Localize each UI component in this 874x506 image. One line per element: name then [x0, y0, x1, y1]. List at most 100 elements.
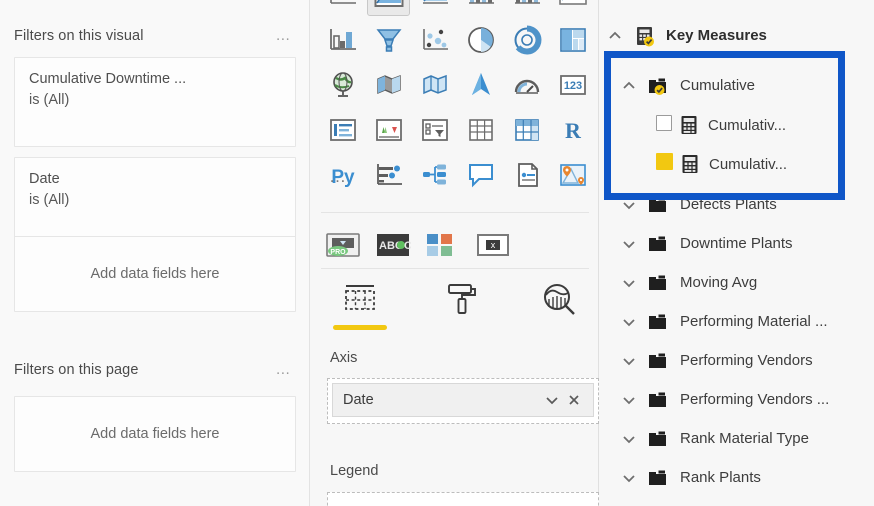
- stacked-area-chart-icon[interactable]: [367, 0, 410, 16]
- shape-map-icon[interactable]: [414, 64, 455, 105]
- field-row-label: Performing Vendors ...: [680, 391, 830, 408]
- color-grid-icon[interactable]: [425, 232, 461, 258]
- close-icon[interactable]: [563, 389, 585, 411]
- filters-page-more-icon[interactable]: …: [271, 362, 296, 377]
- multi-row-card-icon[interactable]: [322, 109, 363, 150]
- field-row-key-measures[interactable]: Key Measures: [600, 16, 874, 55]
- chevron-down-icon[interactable]: [614, 469, 644, 487]
- filled-map-icon[interactable]: [368, 64, 409, 105]
- folder-icon: [644, 428, 674, 450]
- power-bi-panes-screenshot: Filters on this visual … Cumulative Down…: [0, 0, 874, 506]
- chevron-up-icon[interactable]: [614, 77, 644, 95]
- filter-card-date[interactable]: Date is (All): [14, 157, 296, 247]
- chevron-down-icon[interactable]: [614, 313, 644, 331]
- measure-calculator-icon: [673, 154, 699, 174]
- tab-analytics[interactable]: [529, 282, 591, 330]
- waterfall-chart-icon[interactable]: [322, 19, 363, 60]
- key-influencers-icon[interactable]: [368, 154, 409, 195]
- field-row-label: Rank Material Type: [680, 430, 809, 447]
- well-axis[interactable]: Date: [327, 378, 599, 424]
- treemap-icon[interactable]: [552, 19, 593, 60]
- matrix-icon[interactable]: [506, 109, 547, 150]
- waterfall-chart-icon[interactable]: [552, 0, 593, 15]
- well-label-axis: Axis: [330, 350, 358, 366]
- field-row-label: Performing Vendors: [680, 352, 813, 369]
- measure-checkbox-unchecked[interactable]: [656, 114, 672, 136]
- fields-pane: Key Measures Cumulative Cumulativ... Cum…: [600, 0, 874, 506]
- chevron-down-icon[interactable]: [614, 391, 644, 409]
- folder-icon: [644, 350, 674, 372]
- chevron-down-icon[interactable]: [614, 274, 644, 292]
- filters-pane: Filters on this visual … Cumulative Down…: [0, 0, 310, 506]
- page-filters-dropzone[interactable]: Add data fields here: [14, 396, 296, 472]
- folder-icon: [644, 194, 674, 216]
- donut-chart-icon[interactable]: [506, 19, 547, 60]
- kpi-icon[interactable]: [368, 109, 409, 150]
- filter-card-condition: is (All): [29, 92, 70, 108]
- field-row-partial-next[interactable]: [614, 497, 874, 506]
- line-and-stacked-column-icon[interactable]: [414, 0, 455, 15]
- field-row-rank-material-type[interactable]: Rank Material Type: [614, 419, 874, 458]
- arcgis-map-icon[interactable]: [460, 64, 501, 105]
- field-row-cumulative-folder[interactable]: Cumulative: [614, 66, 874, 105]
- field-row-label: Defects Plants: [680, 196, 777, 213]
- line-and-clustered-column-icon[interactable]: [460, 0, 501, 15]
- globe-map-icon[interactable]: [322, 64, 363, 105]
- more-visuals-ellipsis-icon[interactable]: …: [329, 168, 349, 185]
- field-row-moving-avg[interactable]: Moving Avg: [614, 263, 874, 302]
- field-row-cumulative-measure-1[interactable]: Cumulativ...: [656, 106, 874, 144]
- area-chart-icon[interactable]: [322, 0, 363, 15]
- filter-card-condition: is (All): [29, 192, 70, 208]
- field-row-performing-material[interactable]: Performing Material ...: [614, 302, 874, 341]
- card-number-icon[interactable]: 123: [552, 64, 593, 105]
- decomposition-tree-icon[interactable]: [414, 154, 455, 195]
- field-row-label: Cumulative: [680, 77, 756, 94]
- filters-on-this-visual-header: Filters on this visual …: [14, 26, 296, 46]
- r-script-visual-icon[interactable]: R: [552, 109, 593, 150]
- chiclet-slicer-pro-icon[interactable]: PRO: [325, 232, 361, 258]
- word-cloud-icon[interactable]: ABC C: [375, 232, 412, 258]
- ribbon-chart-icon[interactable]: [506, 0, 547, 15]
- folder-icon: [644, 272, 674, 294]
- chevron-down-icon[interactable]: [614, 235, 644, 253]
- slicer-icon[interactable]: [414, 109, 455, 150]
- filters-on-this-visual-title: Filters on this visual: [14, 28, 144, 44]
- filter-card-field-name: Date: [29, 171, 60, 187]
- svg-text:PRO: PRO: [330, 249, 346, 256]
- field-row-rank-plants[interactable]: Rank Plants: [614, 458, 874, 497]
- filter-card-cumulative-downtime[interactable]: Cumulative Downtime ... is (All): [14, 57, 296, 147]
- gauge-icon[interactable]: [506, 64, 547, 105]
- svg-text:x: x: [491, 240, 496, 250]
- field-row-performing-vendors-2[interactable]: Performing Vendors ...: [614, 380, 874, 419]
- chevron-up-icon[interactable]: [600, 27, 630, 45]
- chevron-down-icon[interactable]: [614, 430, 644, 448]
- svg-text:R: R: [565, 118, 582, 143]
- visualizations-separator-1: [321, 212, 589, 213]
- tab-fields[interactable]: [329, 282, 391, 330]
- table-icon[interactable]: [460, 109, 501, 150]
- qna-icon[interactable]: [460, 154, 501, 195]
- field-row-performing-vendors[interactable]: Performing Vendors: [614, 341, 874, 380]
- measure-checkbox-checked[interactable]: [656, 153, 673, 175]
- image-visual-icon[interactable]: x: [475, 232, 511, 258]
- field-row-label: Moving Avg: [680, 274, 758, 291]
- field-row-cumulative-measure-2[interactable]: Cumulativ...: [656, 145, 874, 183]
- pie-chart-icon[interactable]: [460, 19, 501, 60]
- scatter-chart-icon[interactable]: [414, 19, 455, 60]
- field-row-downtime-plants[interactable]: Downtime Plants: [614, 224, 874, 263]
- chevron-down-icon[interactable]: [614, 352, 644, 370]
- smart-narrative-icon[interactable]: [506, 154, 547, 195]
- visualizations-pane: 123 R Py … PRO ABC C x Axis Date Legend: [311, 0, 599, 506]
- well-legend[interactable]: [327, 492, 599, 506]
- funnel-chart-icon[interactable]: [368, 19, 409, 60]
- tab-format[interactable]: [429, 282, 491, 330]
- filters-visual-more-icon[interactable]: …: [271, 28, 296, 43]
- field-row-defects-plants[interactable]: Defects Plants: [614, 185, 874, 224]
- chevron-down-icon[interactable]: [541, 389, 563, 411]
- paginated-report-icon[interactable]: [552, 154, 593, 195]
- field-chip-label: Date: [343, 392, 374, 408]
- measure-table-icon: [630, 25, 660, 47]
- visual-filters-dropzone[interactable]: Add data fields here: [14, 236, 296, 312]
- chevron-down-icon[interactable]: [614, 196, 644, 214]
- field-chip-date[interactable]: Date: [332, 383, 594, 417]
